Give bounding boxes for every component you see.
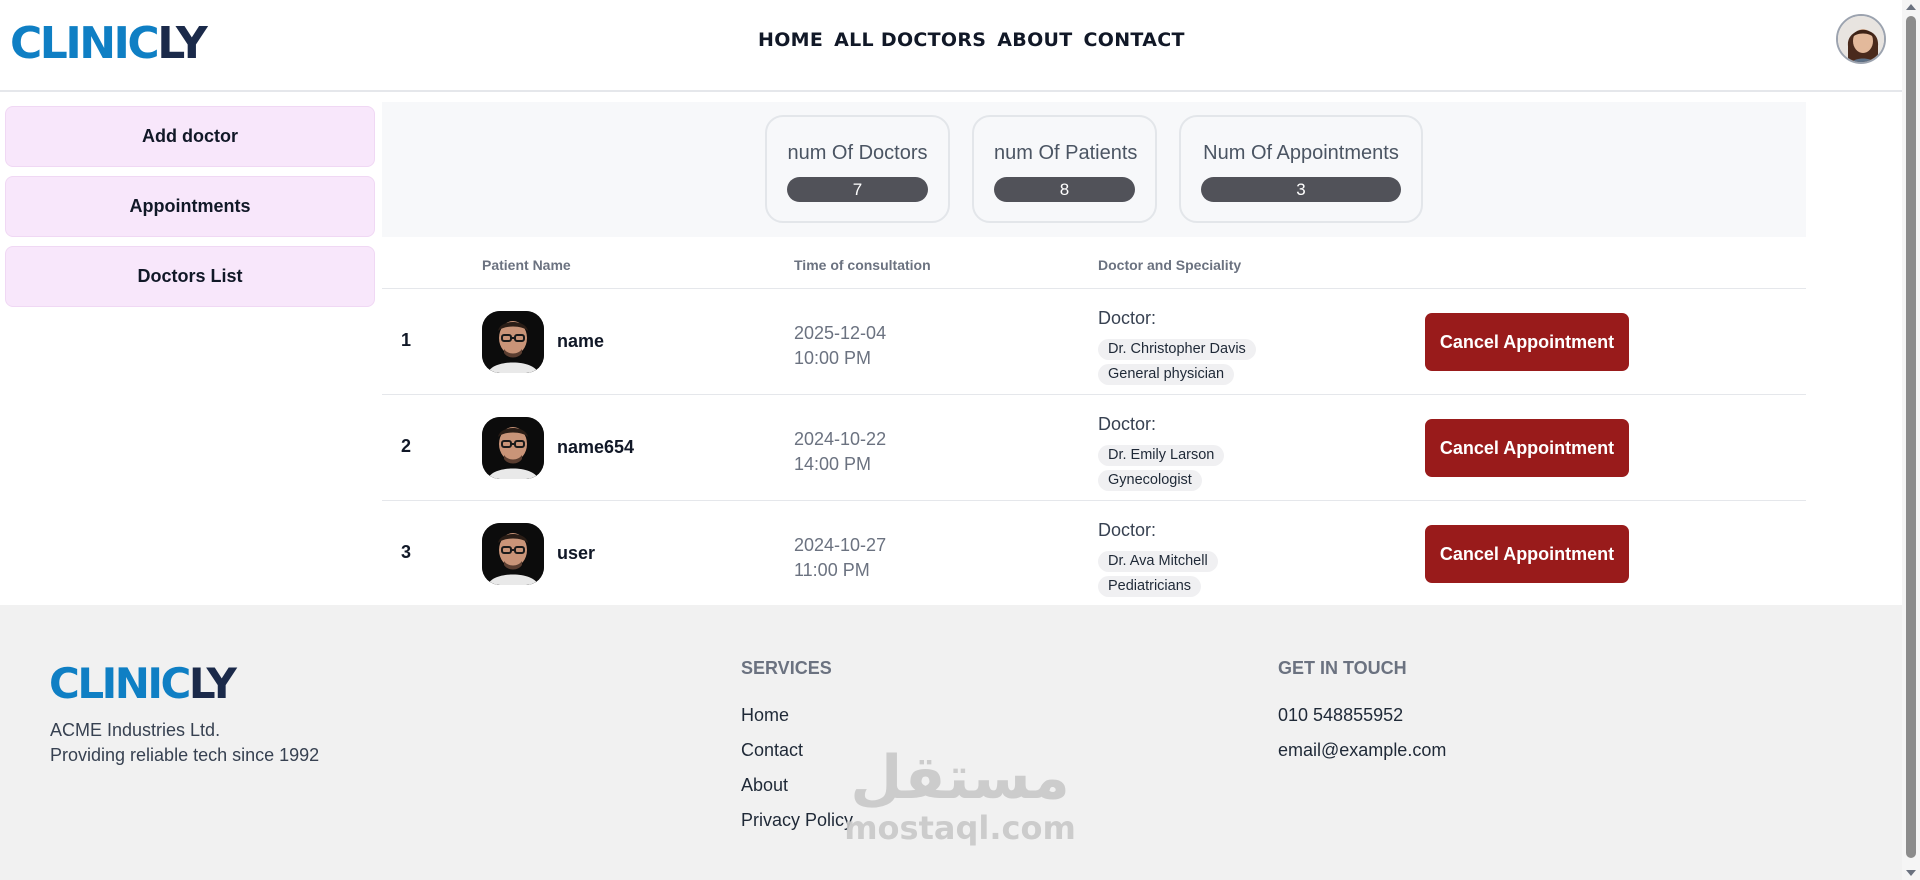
nav-about[interactable]: ABOUT: [997, 29, 1072, 51]
column-header-patient: Patient Name: [482, 257, 571, 273]
patient-avatar-icon: [482, 523, 544, 585]
table-header: Patient Name Time of consultation Doctor…: [382, 237, 1806, 289]
cancel-appointment-button[interactable]: Cancel Appointment: [1425, 419, 1629, 477]
patient-avatar-icon: [482, 311, 544, 373]
stat-value: 7: [787, 177, 928, 202]
nav-home[interactable]: HOME: [758, 29, 823, 51]
consultation-time: 2025-12-04 10:00 PM: [794, 321, 886, 371]
footer-contact-title: GET IN TOUCH: [1278, 658, 1407, 678]
doctor-name-tag: Dr. Ava Mitchell: [1098, 551, 1218, 572]
consultation-hour: 14:00 PM: [794, 454, 872, 474]
table-row: 1 name 2025-12-04 10:00 PM Doctor: Dr. C…: [382, 289, 1806, 395]
watermark-arabic: مستقل: [850, 743, 1070, 813]
consultation-time: 2024-10-27 11:00 PM: [794, 533, 886, 583]
main-content: num Of Doctors 7 num Of Patients 8 Num O…: [382, 102, 1806, 607]
footer-contact-list: 010 548855952 email@example.com: [1278, 703, 1446, 773]
footer-link-item: Home: [741, 703, 853, 738]
top-header: CLINICLY HOME ALL DOCTORS ABOUT CONTACT: [0, 0, 1902, 92]
footer-link-item: Privacy Policy: [741, 808, 853, 843]
speciality-tag: Pediatricians: [1098, 576, 1202, 597]
doctor-label: Doctor:: [1098, 414, 1157, 434]
footer-link-item: Contact: [741, 738, 853, 773]
stat-card-doctors: num Of Doctors 7: [765, 115, 950, 223]
footer-logo-part1: CLINIC: [49, 659, 191, 708]
footer-logo-part2: LY: [188, 659, 237, 708]
footer-company-name: ACME Industries Ltd.: [50, 720, 221, 740]
consultation-date: 2024-10-27: [794, 535, 887, 555]
table-row: 3 user 2024-10-27 11:00 PM Doctor: Dr. A…: [382, 501, 1806, 607]
stat-card-appointments: Num Of Appointments 3: [1179, 115, 1423, 223]
stat-label: num Of Patients: [994, 142, 1138, 164]
footer-brand-logo[interactable]: CLINICLY: [49, 659, 237, 708]
nav-contact[interactable]: CONTACT: [1084, 29, 1185, 51]
doctor-name-tag: Dr. Emily Larson: [1098, 445, 1225, 466]
brand-logo-part2: LY: [157, 18, 208, 69]
stats-panel: num Of Doctors 7 num Of Patients 8 Num O…: [382, 102, 1806, 237]
main-nav: HOME ALL DOCTORS ABOUT CONTACT: [758, 29, 1185, 51]
stat-label: num Of Doctors: [787, 142, 928, 164]
footer-link-privacy[interactable]: Privacy Policy: [741, 810, 853, 830]
admin-sidebar: Add doctor Appointments Doctors List: [5, 106, 375, 316]
table-row: 2 name654 2024-10-22 14:00 PM Doctor: Dr…: [382, 395, 1806, 501]
footer-tagline: Providing reliable tech since 1992: [50, 745, 320, 765]
footer-link-contact[interactable]: Contact: [741, 740, 803, 760]
consultation-hour: 10:00 PM: [794, 348, 872, 368]
column-header-doctor: Doctor and Speciality: [1098, 257, 1242, 273]
stat-label: Num Of Appointments: [1203, 142, 1399, 164]
cancel-appointment-button[interactable]: Cancel Appointment: [1425, 525, 1629, 583]
doctor-label: Doctor:: [1098, 308, 1157, 328]
page-footer: CLINICLY ACME Industries Ltd. Providing …: [0, 605, 1902, 880]
consultation-date: 2024-10-22: [794, 429, 887, 449]
patient-photo: [482, 311, 544, 373]
doctor-label: Doctor:: [1098, 520, 1157, 540]
patient-name: name654: [557, 437, 635, 457]
consultation-time: 2024-10-22 14:00 PM: [794, 427, 886, 477]
appointments-table: 1 name 2025-12-04 10:00 PM Doctor: Dr. C…: [382, 289, 1806, 607]
footer-link-about[interactable]: About: [741, 775, 788, 795]
brand-logo[interactable]: CLINICLY: [10, 18, 208, 69]
nav-all-doctors[interactable]: ALL DOCTORS: [834, 29, 986, 51]
consultation-date: 2025-12-04: [794, 323, 887, 343]
patient-name: user: [557, 543, 596, 563]
row-index: 2: [401, 436, 412, 456]
footer-email: email@example.com: [1278, 740, 1447, 760]
footer-services-list: Home Contact About Privacy Policy: [741, 703, 853, 843]
footer-phone: 010 548855952: [1278, 705, 1404, 725]
user-avatar[interactable]: [1836, 14, 1886, 64]
footer-company-info: ACME Industries Ltd. Providing reliable …: [50, 718, 319, 768]
stat-value: 3: [1201, 177, 1401, 202]
row-index: 3: [401, 542, 412, 562]
speciality-tag: Gynecologist: [1098, 470, 1202, 491]
watermark: مستقل mostaql.com: [842, 745, 1078, 845]
footer-link-item: About: [741, 773, 853, 808]
scroll-up-arrow-icon[interactable]: [1906, 4, 1916, 10]
stat-card-patients: num Of Patients 8: [972, 115, 1157, 223]
sidebar-item-doctors-list[interactable]: Doctors List: [5, 246, 375, 307]
doctor-name-tag: Dr. Christopher Davis: [1098, 339, 1256, 360]
page-scrollbar[interactable]: [1902, 0, 1920, 880]
patient-photo: [482, 417, 544, 479]
watermark-latin: mostaql.com: [844, 809, 1076, 847]
column-header-time: Time of consultation: [794, 257, 931, 273]
cancel-appointment-button[interactable]: Cancel Appointment: [1425, 313, 1629, 371]
footer-services-title: SERVICES: [741, 658, 832, 678]
patient-avatar-icon: [482, 417, 544, 479]
row-index: 1: [401, 330, 412, 350]
stat-value: 8: [994, 177, 1135, 202]
consultation-hour: 11:00 PM: [794, 560, 870, 580]
speciality-tag: General physician: [1098, 364, 1235, 385]
scroll-down-arrow-icon[interactable]: [1906, 870, 1916, 876]
sidebar-item-add-doctor[interactable]: Add doctor: [5, 106, 375, 167]
user-avatar-icon: [1838, 16, 1884, 62]
footer-link-home[interactable]: Home: [741, 705, 789, 725]
scrollbar-thumb[interactable]: [1906, 16, 1916, 858]
patient-photo: [482, 523, 544, 585]
sidebar-item-appointments[interactable]: Appointments: [5, 176, 375, 237]
brand-logo-part1: CLINIC: [10, 18, 160, 69]
patient-name: name: [557, 331, 605, 351]
